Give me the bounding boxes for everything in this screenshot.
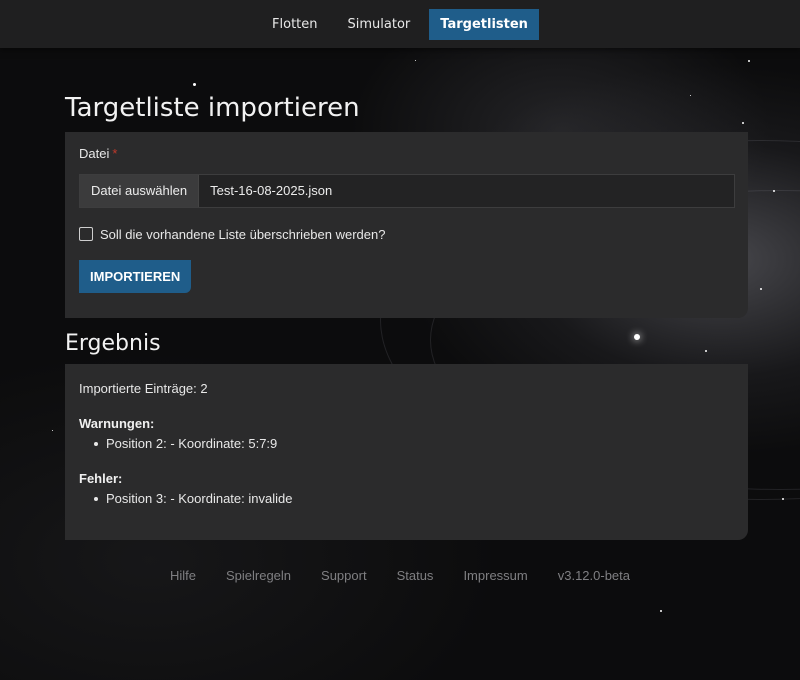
- star: [748, 60, 750, 62]
- warnings-heading: Warnungen:: [79, 416, 155, 431]
- errors-heading: Fehler:: [79, 471, 123, 486]
- star: [415, 60, 416, 61]
- result-panel: Importierte Einträge: 2 Warnungen: Posit…: [65, 364, 748, 540]
- overwrite-option: Soll die vorhandene Liste überschrieben …: [79, 225, 734, 243]
- footer-link-impressum[interactable]: Impressum: [463, 566, 527, 586]
- result-title: Ergebnis: [65, 331, 161, 356]
- bullet-icon: [94, 442, 98, 446]
- main-content: Targetliste importieren Datei * Datei aus…: [65, 88, 748, 540]
- footer-link-support[interactable]: Support: [321, 566, 367, 586]
- bullet-icon: [94, 497, 98, 501]
- list-item: Position 3: - Koordinate: invalide: [94, 490, 734, 508]
- footer-link-spielregeln[interactable]: Spielregeln: [226, 566, 291, 586]
- star: [193, 83, 196, 86]
- errors-list: Position 3: - Koordinate: invalide: [94, 490, 734, 508]
- file-field-label: Datei *: [79, 146, 734, 164]
- page-title: Targetliste importieren: [65, 93, 360, 123]
- warnings-list: Position 2: - Koordinate: 5:7:9: [94, 435, 734, 453]
- selected-file-name: Test-16-08-2025.json: [210, 183, 333, 198]
- star: [773, 190, 775, 192]
- star: [52, 430, 53, 431]
- import-form-panel: Datei * Datei auswählen Test-16-08-2025.j…: [65, 132, 748, 318]
- choose-file-button[interactable]: Datei auswählen: [80, 175, 200, 207]
- star: [660, 610, 662, 612]
- footer-link-hilfe[interactable]: Hilfe: [170, 566, 196, 586]
- overwrite-checkbox[interactable]: [79, 227, 93, 241]
- imported-count-text: Importierte Einträge: 2: [79, 381, 208, 396]
- nav-item-targetlisten[interactable]: Targetlisten: [429, 8, 539, 40]
- nav-item-simulator[interactable]: Simulator: [337, 9, 422, 40]
- nav-item-flotten[interactable]: Flotten: [261, 9, 328, 40]
- version-label: v3.12.0-beta: [557, 568, 631, 583]
- error-text: Position 3: - Koordinate: invalide: [106, 491, 293, 506]
- import-button[interactable]: IMPORTIEREN: [79, 260, 192, 293]
- required-marker: *: [112, 146, 118, 161]
- footer: Hilfe Spielregeln Support Status Impress…: [0, 566, 800, 586]
- file-label-text: Datei: [79, 146, 110, 161]
- footer-link-status[interactable]: Status: [397, 566, 434, 586]
- list-item: Position 2: - Koordinate: 5:7:9: [94, 435, 734, 453]
- warning-text: Position 2: - Koordinate: 5:7:9: [106, 436, 278, 451]
- star: [782, 498, 784, 500]
- overwrite-label[interactable]: Soll die vorhandene Liste überschrieben …: [100, 227, 385, 242]
- file-input[interactable]: Datei auswählen Test-16-08-2025.json: [79, 174, 735, 208]
- star: [760, 288, 762, 290]
- top-navigation: Flotten Simulator Targetlisten: [0, 0, 800, 48]
